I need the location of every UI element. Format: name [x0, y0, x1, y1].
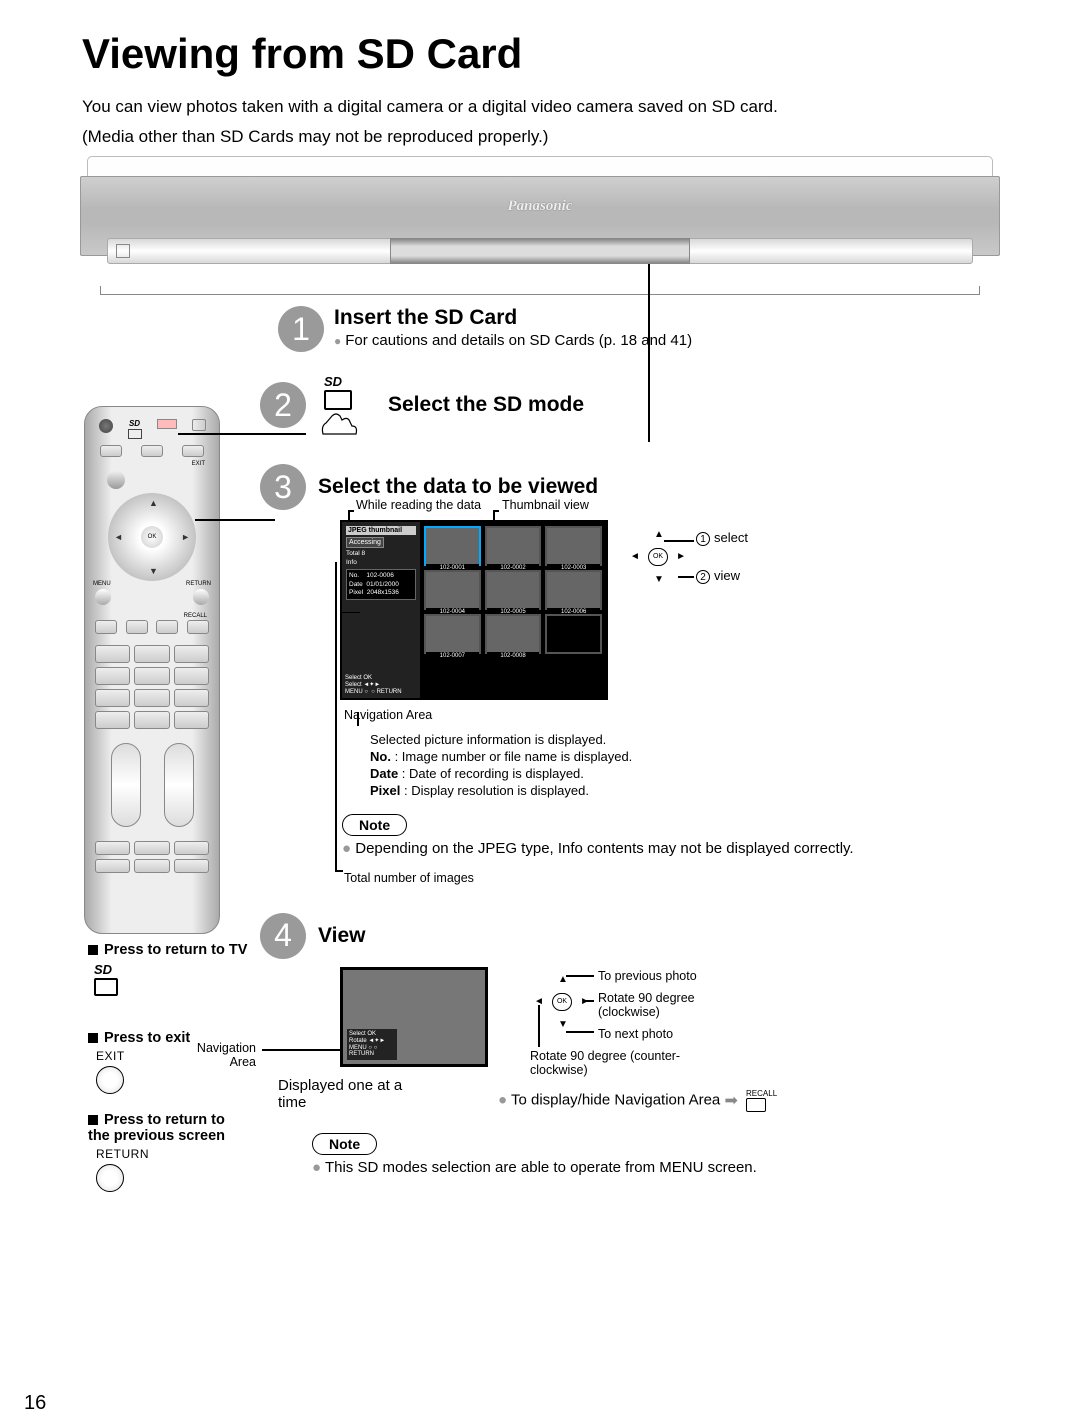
tv-illustration: Panasonic — [80, 156, 1000, 286]
displayed-caption: Displayed one at a time — [278, 1077, 428, 1111]
page-number: 16 — [24, 1392, 46, 1415]
intro-line-1: You can view photos taken with a digital… — [82, 96, 1080, 118]
step-1-title: Insert the SD Card — [334, 306, 692, 330]
step-1: 1 Insert the SD Card For cautions and de… — [278, 306, 1080, 352]
thumbnail-sidebar: JPEG thumbnail Accessing Total 8 Info No… — [342, 522, 420, 698]
exit-button-icon — [96, 1066, 124, 1094]
dpad-action-select: select — [714, 530, 748, 545]
callout-rotate-ccw: Rotate 90 degree (counter-clockwise) — [530, 1049, 700, 1077]
callout-prev-photo: To previous photo — [598, 969, 697, 983]
menu-button-icon — [95, 589, 111, 605]
return-label: RETURN — [96, 1147, 248, 1161]
thumbnail-item: 102-0003 — [545, 526, 602, 566]
note-label: Note — [312, 1133, 377, 1155]
note-text-1: Depending on the JPEG type, Info content… — [355, 840, 853, 857]
thumbnail-item: 102-0006 — [545, 570, 602, 610]
toggle-nav-text: To display/hide Navigation Area — [511, 1091, 720, 1108]
leader-line — [648, 264, 650, 442]
thumbnail-grid: 102-0001 102-0002 102-0003 102-0004 102-… — [420, 522, 606, 698]
intro-line-2: (Media other than SD Cards may not be re… — [82, 126, 1080, 148]
step-2-title: Select the SD mode — [388, 393, 584, 417]
callout-total-images: Total number of images — [344, 871, 1080, 885]
single-view-screen: Select OK Rotate ◄✦► MENU ○ ○ RETURN — [340, 967, 488, 1067]
step-2: 2 SD Select the SD mode — [260, 374, 1080, 436]
step-3-title: Select the data to be viewed — [318, 475, 598, 499]
dpad-icon: ▲▼◄► OK — [532, 973, 592, 1031]
step-number-2-icon: 2 — [260, 382, 306, 428]
thumbnail-item: 102-0007 — [424, 614, 481, 654]
sd-button-icon: SD — [128, 419, 142, 439]
note-text-2: This SD modes selection are able to oper… — [325, 1159, 757, 1176]
leader-line — [178, 433, 306, 435]
callout-thumbnail-view: Thumbnail view — [502, 498, 589, 512]
tv-power-switch-icon — [116, 244, 130, 258]
step-number-1-icon: 1 — [278, 306, 324, 352]
single-view-navbar: Select OK Rotate ◄✦► MENU ○ ○ RETURN — [347, 1029, 397, 1059]
callout-reading-data: While reading the data — [356, 498, 481, 512]
step-number-4-icon: 4 — [260, 913, 306, 959]
thumbnail-screen: JPEG thumbnail Accessing Total 8 Info No… — [340, 520, 608, 700]
return-button-icon — [96, 1164, 124, 1192]
note-label: Note — [342, 814, 407, 836]
tv-input-panel — [390, 238, 690, 264]
thumbnail-empty — [545, 614, 602, 654]
callout-next-photo: To next photo — [598, 1027, 673, 1041]
sd-button-icon: SD — [94, 962, 248, 996]
picture-info-block: Selected picture information is displaye… — [370, 732, 1080, 800]
led-icon — [157, 419, 177, 429]
tv-button-icon — [192, 419, 206, 431]
step-1-subtext: For cautions and details on SD Cards (p.… — [334, 332, 692, 349]
page-title: Viewing from SD Card — [82, 30, 1080, 78]
recall-button-icon: RECALL — [746, 1089, 777, 1112]
step-4: 4 View Navigation Area Select OK Rotate … — [260, 913, 1080, 1176]
aux-button-icon — [107, 471, 125, 489]
press-sd-icon: SD — [318, 374, 376, 436]
thumbnail-item: 102-0008 — [485, 614, 542, 654]
thumbnail-item: 102-0005 — [485, 570, 542, 610]
callout-rotate-cw: Rotate 90 degree (clockwise) — [598, 991, 758, 1019]
callout-nav-area: Navigation Area — [344, 708, 1080, 722]
power-icon — [99, 419, 113, 433]
dpad-action-view: view — [714, 568, 740, 583]
remote-control-illustration: SD EXIT ▲▼◄► OK MENURETURN RECALL — [84, 406, 220, 934]
remote-dpad-icon: ▲▼◄► OK — [108, 493, 196, 581]
step-3: 3 Select the data to be viewed While rea… — [260, 464, 1080, 885]
step-number-3-icon: 3 — [260, 464, 306, 510]
legend-return-prev: Press to return to the previous screen R… — [88, 1112, 248, 1192]
thumbnail-item: 102-0004 — [424, 570, 481, 610]
nav-area-label: Navigation Area — [186, 1041, 256, 1069]
thumbnail-item: 102-0002 — [485, 526, 542, 566]
return-button-icon — [193, 589, 209, 605]
thumbnail-item: 102-0001 — [424, 526, 481, 566]
legend-return-tv: Press to return to TV SD — [88, 942, 248, 996]
tv-brand-label: Panasonic — [507, 198, 572, 215]
step-4-title: View — [318, 924, 365, 948]
